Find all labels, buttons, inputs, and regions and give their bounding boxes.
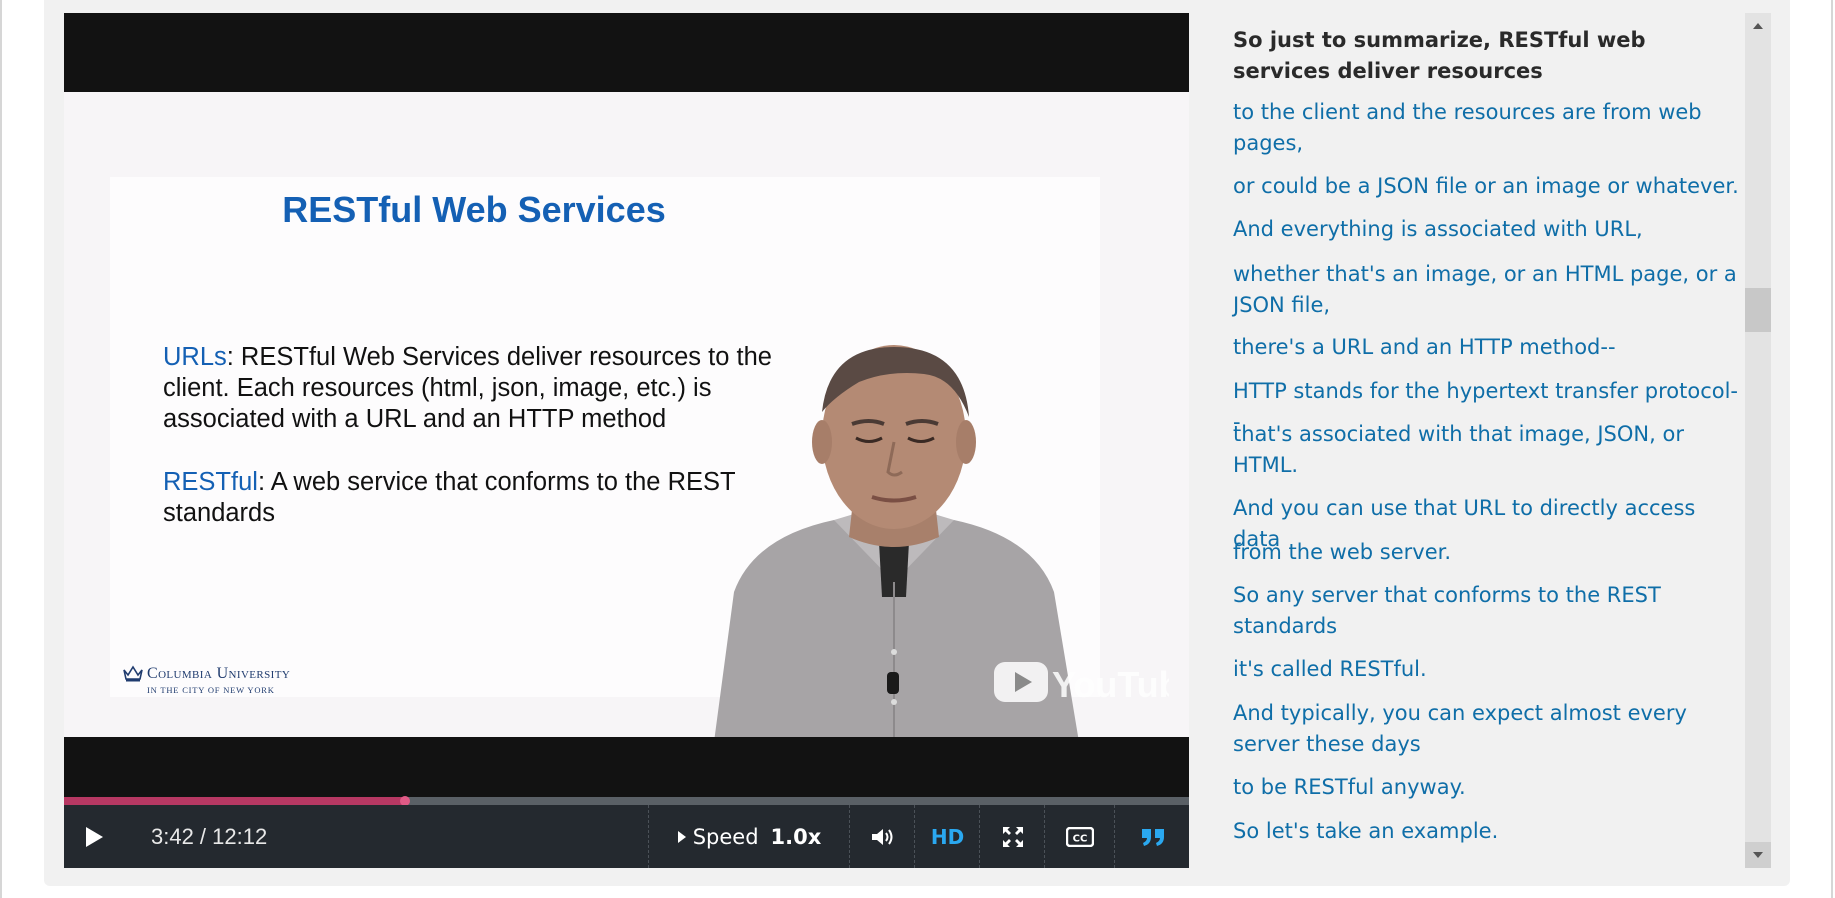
speed-label: Speed [692, 824, 759, 849]
slide-text-urls: : RESTful Web Services deliver resources… [163, 343, 772, 433]
scroll-up-button[interactable] [1745, 13, 1771, 39]
video-frame[interactable]: RESTful Web Services URLs: RESTful Web S… [64, 92, 1189, 737]
closed-captions-button[interactable]: CC [1044, 805, 1115, 868]
youtube-logo: YouTube [994, 662, 1169, 705]
scrollbar-thumb[interactable] [1745, 288, 1771, 332]
speed-value: 1.0x [770, 824, 822, 849]
transcript-scrollbar[interactable] [1745, 13, 1771, 868]
control-bar: 3:42 / 12:12 Speed 1.0x HD CC [64, 805, 1189, 868]
progress-bar[interactable] [64, 796, 1189, 806]
page-border-left [0, 0, 2, 898]
slide-term-urls: URLs [163, 343, 227, 371]
page-border-right [1831, 0, 1833, 898]
columbia-logo: Columbia University IN THE CITY OF NEW Y… [122, 662, 342, 702]
volume-button[interactable] [849, 805, 915, 868]
scroll-up-icon [1753, 23, 1763, 29]
transcript-line[interactable]: So let's take an example. [1233, 816, 1743, 847]
fullscreen-button[interactable] [979, 805, 1045, 868]
fullscreen-icon [1002, 826, 1023, 847]
svg-text:CC: CC [1073, 833, 1088, 844]
transcript-line[interactable]: to be RESTful anyway. [1233, 772, 1743, 803]
transcript-line[interactable]: there's a URL and an HTTP method-- [1233, 332, 1743, 363]
speed-button[interactable]: Speed 1.0x [648, 805, 849, 868]
logo-name: Columbia University [147, 665, 291, 682]
progress-played [64, 797, 405, 805]
transcript-line[interactable]: And typically, you can expect almost eve… [1233, 698, 1743, 760]
video-player[interactable]: RESTful Web Services URLs: RESTful Web S… [64, 13, 1189, 868]
transcript-line-current[interactable]: So just to summarize, RESTful web servic… [1233, 25, 1743, 87]
hd-button[interactable]: HD [914, 805, 980, 868]
transcript-line[interactable]: whether that's an image, or an HTML page… [1233, 259, 1743, 321]
caret-right-icon [677, 830, 686, 843]
scroll-down-icon [1753, 852, 1763, 858]
volume-icon [871, 828, 892, 845]
transcript-line[interactable]: to the client and the resources are from… [1233, 97, 1743, 159]
quote-icon [1141, 828, 1164, 846]
transcript-panel[interactable]: So just to summarize, RESTful web servic… [1205, 13, 1745, 868]
play-button[interactable] [64, 805, 124, 868]
transcript-line[interactable]: And everything is associated with URL, [1233, 214, 1743, 245]
play-icon [86, 826, 103, 847]
transcript-line[interactable]: it's called RESTful. [1233, 654, 1743, 685]
slide-title: RESTful Web Services [282, 189, 666, 230]
transcript-line[interactable]: So any server that conforms to the REST … [1233, 580, 1743, 642]
scroll-down-button[interactable] [1745, 842, 1771, 868]
youtube-wordmark: YouTube [1052, 664, 1169, 705]
transcript-line[interactable]: or could be a JSON file or an image or w… [1233, 171, 1743, 202]
transcript-line[interactable]: from the web server. [1233, 537, 1743, 568]
logo-subtitle: IN THE CITY OF NEW YORK [147, 685, 275, 695]
closed-captions-icon: CC [1066, 826, 1094, 847]
time-display: 3:42 / 12:12 [151, 823, 268, 849]
transcript-toggle-button[interactable] [1114, 805, 1189, 868]
slide-term-restful: RESTful [163, 468, 258, 496]
crown-icon [123, 665, 143, 682]
transcript-line[interactable]: that's associated with that image, JSON,… [1233, 419, 1743, 481]
